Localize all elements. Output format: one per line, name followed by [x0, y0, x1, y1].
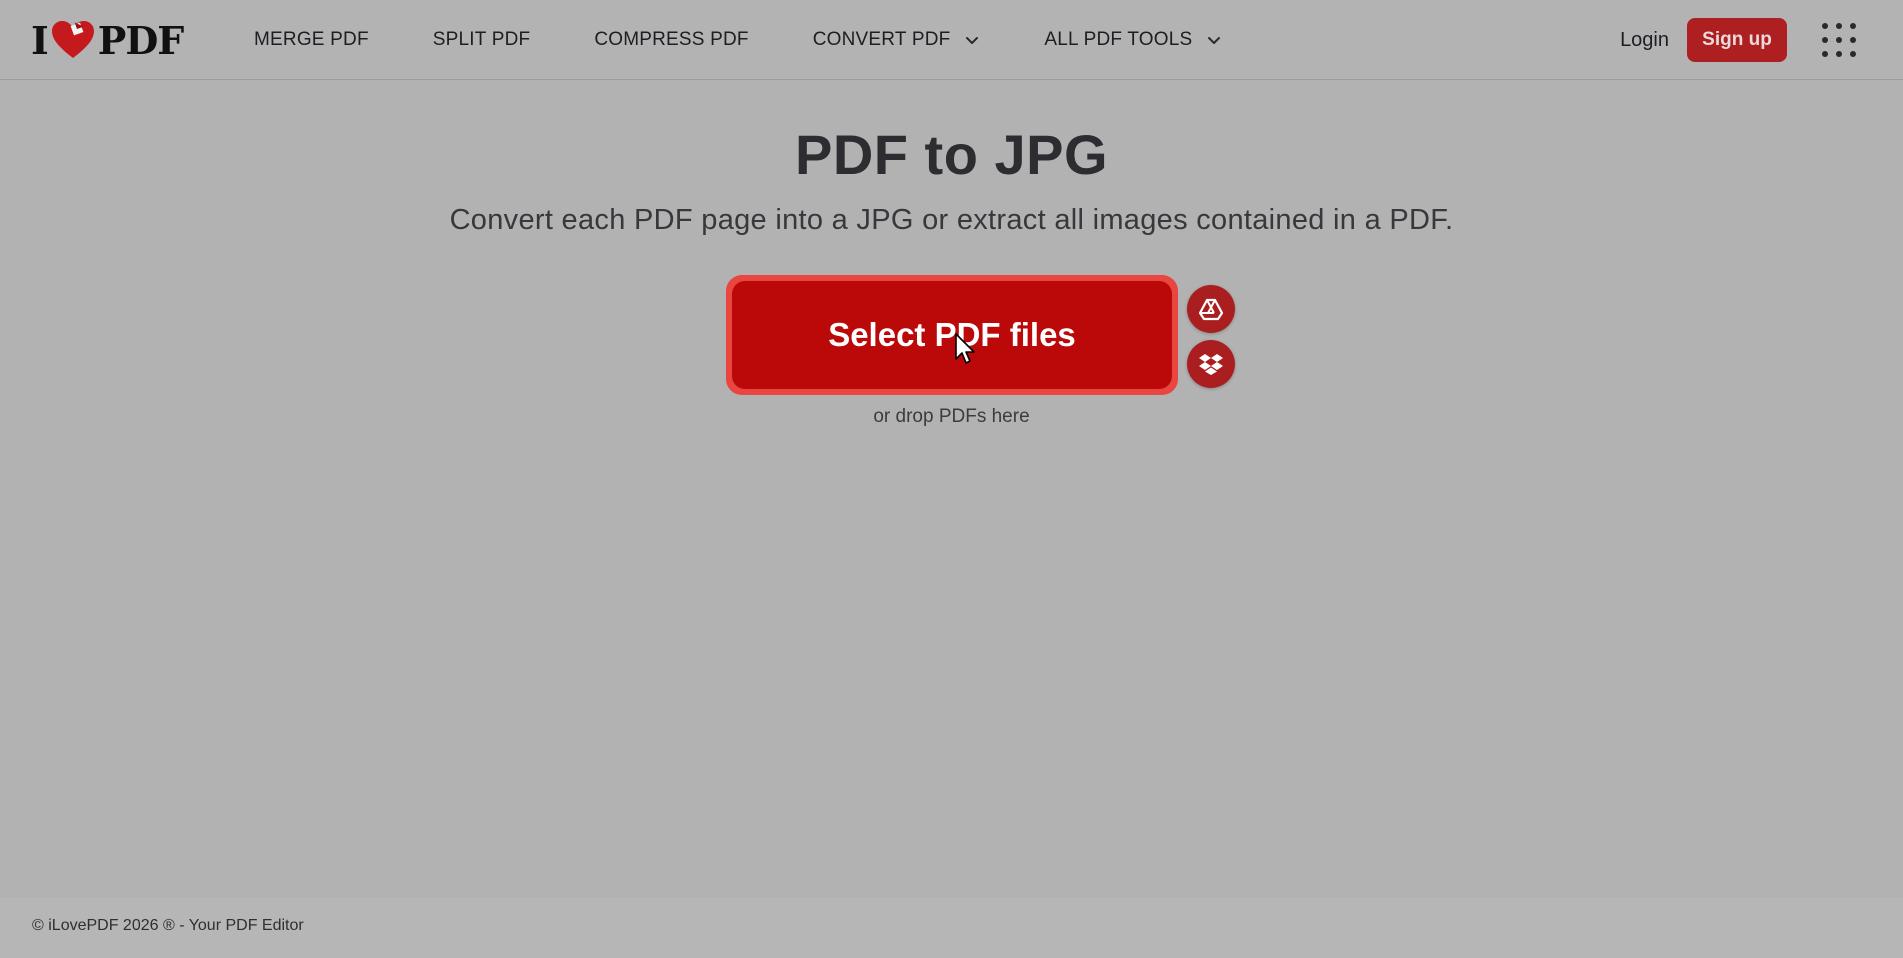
nav-convert-pdf-label: CONVERT PDF	[812, 29, 951, 50]
page: I PDF MERGE PDF SPLIT PDF COMPRESS PDF C…	[0, 0, 1903, 958]
signup-button[interactable]: Sign up	[1687, 18, 1787, 62]
page-subtitle: Convert each PDF page into a JPG or extr…	[449, 204, 1454, 236]
main-nav: MERGE PDF SPLIT PDF COMPRESS PDF CONVERT…	[254, 0, 1286, 80]
nav-compress-pdf[interactable]: COMPRESS PDF	[594, 0, 748, 80]
apps-grid-icon[interactable]	[1819, 20, 1859, 60]
dropbox-icon	[1199, 354, 1223, 375]
select-files-focus-ring: Select PDF files	[726, 275, 1178, 395]
chevron-down-icon	[1208, 37, 1221, 44]
logo-text-i: I	[31, 17, 49, 63]
footer: © iLovePDF 2026 ® - Your PDF Editor	[0, 898, 1903, 958]
nav-all-pdf-tools-label: ALL PDF TOOLS	[1044, 29, 1193, 50]
select-pdf-files-button[interactable]: Select PDF files	[732, 281, 1172, 389]
nav-split-pdf-label: SPLIT PDF	[432, 29, 531, 50]
footer-copyright: © iLovePDF 2026 ® - Your PDF Editor	[32, 917, 304, 934]
dropbox-button[interactable]	[1187, 340, 1235, 388]
mouse-pointer-icon	[955, 333, 975, 364]
page-title: PDF to JPG	[794, 123, 1109, 186]
nav-compress-pdf-label: COMPRESS PDF	[594, 29, 749, 50]
drop-hint: or drop PDFs here	[873, 406, 1030, 427]
logo-text-pdf: PDF	[97, 17, 185, 63]
logo[interactable]: I PDF	[31, 17, 185, 63]
nav-merge-pdf-label: MERGE PDF	[254, 29, 369, 50]
google-drive-button[interactable]	[1187, 285, 1235, 333]
google-drive-icon	[1198, 298, 1224, 321]
top-header: I PDF MERGE PDF SPLIT PDF COMPRESS PDF C…	[0, 0, 1903, 80]
nav-split-pdf[interactable]: SPLIT PDF	[433, 0, 531, 80]
nav-all-pdf-tools[interactable]: ALL PDF TOOLS	[1044, 0, 1222, 80]
nav-convert-pdf[interactable]: CONVERT PDF	[813, 0, 981, 80]
chevron-down-icon	[966, 37, 979, 44]
login-link[interactable]: Login	[1620, 29, 1669, 52]
heart-logo-icon	[51, 21, 94, 58]
account-nav: Login Sign up	[1620, 0, 1903, 80]
nav-merge-pdf[interactable]: MERGE PDF	[254, 0, 369, 80]
